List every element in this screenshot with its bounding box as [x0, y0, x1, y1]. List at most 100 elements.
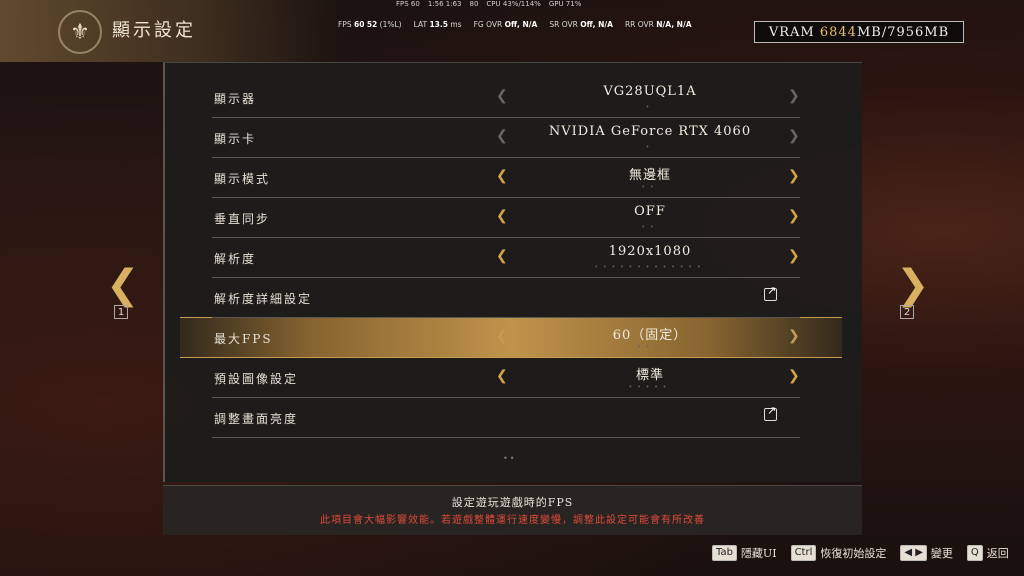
control-hints: Tab 隱藏UI Ctrl 恢復初始設定 ◀ ▶ 變更 Q 返回	[712, 545, 1009, 561]
page-right-number: 2	[900, 305, 914, 319]
setting-label: 預設圖像設定	[214, 372, 299, 386]
setting-label: 顯示器	[214, 92, 257, 106]
setting-row-resolution-details[interactable]: 解析度詳細設定	[212, 278, 800, 318]
option-dots: ••	[641, 184, 659, 191]
setting-row-graphics-preset[interactable]: 預設圖像設定 ❮ 標準 ••••• ❯	[212, 358, 800, 398]
external-link-icon[interactable]	[764, 284, 777, 301]
setting-row-display-mode[interactable]: 顯示模式 ❮ 無邊框 •• ❯	[212, 158, 800, 198]
arrow-right-icon[interactable]: ❯	[788, 168, 800, 184]
vram-used: 6844	[819, 24, 857, 40]
setting-label: 顯示模式	[214, 172, 271, 186]
vram-label: VRAM	[768, 24, 815, 40]
setting-label: 解析度詳細設定	[214, 292, 313, 306]
description-title: 設定遊玩遊戲時的FPS	[451, 496, 574, 509]
vram-unit: MB	[856, 24, 882, 40]
performance-stats: FPS 60 52 (1%L) LAT 13.5 ms FG OVR Off, …	[338, 20, 692, 29]
fps-low-tag: (1%L)	[379, 20, 402, 29]
rr-stat: RR OVR N/A, N/A	[625, 20, 692, 29]
overlay-top: FPS 60 1:56 1:63 80 CPU 43%/114% GPU 71%	[396, 0, 581, 8]
settings-list: 顯示器 ❮ VG28UQL1A • ❯ 顯示卡 ❮ NVIDIA GeForce…	[212, 78, 800, 438]
page-left-icon[interactable]: ❮	[106, 262, 140, 308]
arrow-right-icon[interactable]: ❯	[788, 128, 800, 144]
option-dots: •	[645, 144, 655, 151]
arrow-left-icon[interactable]: ❮	[496, 168, 508, 184]
setting-label: 最大FPS	[214, 332, 273, 346]
setting-value: 60（固定）	[612, 328, 688, 343]
option-dots: ••	[641, 224, 659, 231]
arrow-left-icon[interactable]: ❮	[496, 208, 508, 224]
fps-label: FPS	[338, 20, 352, 29]
setting-value: OFF	[634, 204, 666, 219]
arrow-right-icon[interactable]: ❯	[788, 208, 800, 224]
fg-value: Off, N/A	[504, 20, 538, 29]
overlay-cpu: CPU 43%/114%	[486, 0, 541, 8]
vram-total: 7956	[887, 24, 925, 40]
setting-row-vsync[interactable]: 垂直同步 ❮ OFF •• ❯	[212, 198, 800, 238]
arrow-left-icon[interactable]: ❮	[496, 248, 508, 264]
fg-stat: FG OVR Off, N/A	[474, 20, 538, 29]
hide-ui-label: 隱藏UI	[740, 547, 777, 560]
sr-stat: SR OVR Off, N/A	[549, 20, 613, 29]
ctrl-key[interactable]: Ctrl	[790, 545, 817, 561]
fps-stat: FPS 60 52 (1%L)	[338, 20, 402, 29]
arrow-right-icon[interactable]: ❯	[788, 368, 800, 384]
arrow-right-icon[interactable]: ❯	[788, 328, 800, 344]
crest-icon: ⚜	[58, 10, 102, 54]
setting-label: 垂直同步	[214, 212, 271, 226]
vram-total-unit: MB	[924, 24, 950, 40]
setting-row-resolution[interactable]: 解析度 ❮ 1920x1080 ••••••••••••• ❯	[212, 238, 800, 278]
lat-label: LAT	[413, 20, 428, 29]
lat-value: 13.5	[429, 20, 448, 29]
page-right-icon[interactable]: ❯	[896, 262, 930, 308]
setting-label: 解析度	[214, 252, 257, 266]
setting-value: 標準	[635, 368, 664, 383]
option-dots: •	[645, 104, 655, 111]
rr-label: RR OVR	[624, 20, 654, 29]
setting-row-monitor[interactable]: 顯示器 ❮ VG28UQL1A • ❯	[212, 78, 800, 118]
setting-row-max-fps[interactable]: 最大FPS ❮ 60（固定） ••• ❯	[212, 318, 800, 358]
arrow-left-icon[interactable]: ❮	[496, 88, 508, 104]
arrow-right-icon[interactable]: ❯	[788, 88, 800, 104]
page-indicator: ••	[503, 454, 517, 463]
title-banner: ⚜ 顯示設定	[0, 0, 340, 62]
fps-low-value: 52	[366, 20, 378, 29]
sr-value: Off, N/A	[580, 20, 613, 29]
change-label: 變更	[930, 547, 953, 560]
setting-value: NVIDIA GeForce RTX 4060	[548, 124, 752, 139]
overlay-gpu: GPU 71%	[548, 0, 582, 8]
q-key[interactable]: Q	[966, 545, 983, 561]
overlay-temp: 80	[469, 0, 479, 8]
overlay-frametime: 1:56 1:63	[427, 0, 462, 8]
rr-value: N/A, N/A	[656, 20, 692, 29]
setting-value: VG28UQL1A	[603, 84, 697, 99]
arrow-left-icon[interactable]: ❮	[496, 328, 508, 344]
setting-label: 顯示卡	[214, 132, 257, 146]
arrow-right-icon[interactable]: ❯	[788, 248, 800, 264]
setting-label: 調整畫面亮度	[214, 412, 299, 426]
sr-label: SR OVR	[549, 20, 578, 29]
vram-indicator: VRAM 6844 MB/7956 MB	[754, 21, 964, 43]
setting-value: 1920x1080	[608, 244, 692, 259]
page-title: 顯示設定	[112, 20, 196, 41]
arrow-left-icon[interactable]: ❮	[496, 128, 508, 144]
fg-label: FG OVR	[473, 20, 503, 29]
overlay-fps: FPS 60	[396, 0, 420, 8]
lat-unit: ms	[450, 20, 462, 29]
description-warning: 此項目會大幅影響效能。若遊戲整體運行速度變慢，調整此設定可能會有所改善	[320, 515, 705, 526]
external-link-icon[interactable]	[764, 404, 777, 421]
arrow-left-icon[interactable]: ❮	[496, 368, 508, 384]
option-dots: •••	[637, 344, 663, 351]
fps-value: 60	[354, 20, 365, 29]
option-dots: •••••••••••••	[594, 264, 706, 271]
arrow-keys-icon[interactable]: ◀ ▶	[900, 545, 927, 561]
description-box: 設定遊玩遊戲時的FPS 此項目會大幅影響效能。若遊戲整體運行速度變慢，調整此設定…	[163, 485, 862, 535]
option-dots: •••••	[628, 384, 672, 391]
setting-row-gpu[interactable]: 顯示卡 ❮ NVIDIA GeForce RTX 4060 • ❯	[212, 118, 800, 158]
back-label: 返回	[986, 547, 1009, 560]
lat-stat: LAT 13.5 ms	[414, 20, 462, 29]
reset-label: 恢復初始設定	[820, 547, 887, 560]
page-left-number: 1	[114, 305, 128, 319]
setting-row-brightness[interactable]: 調整畫面亮度	[212, 398, 800, 438]
tab-key[interactable]: Tab	[712, 545, 737, 561]
setting-value: 無邊框	[628, 168, 671, 183]
